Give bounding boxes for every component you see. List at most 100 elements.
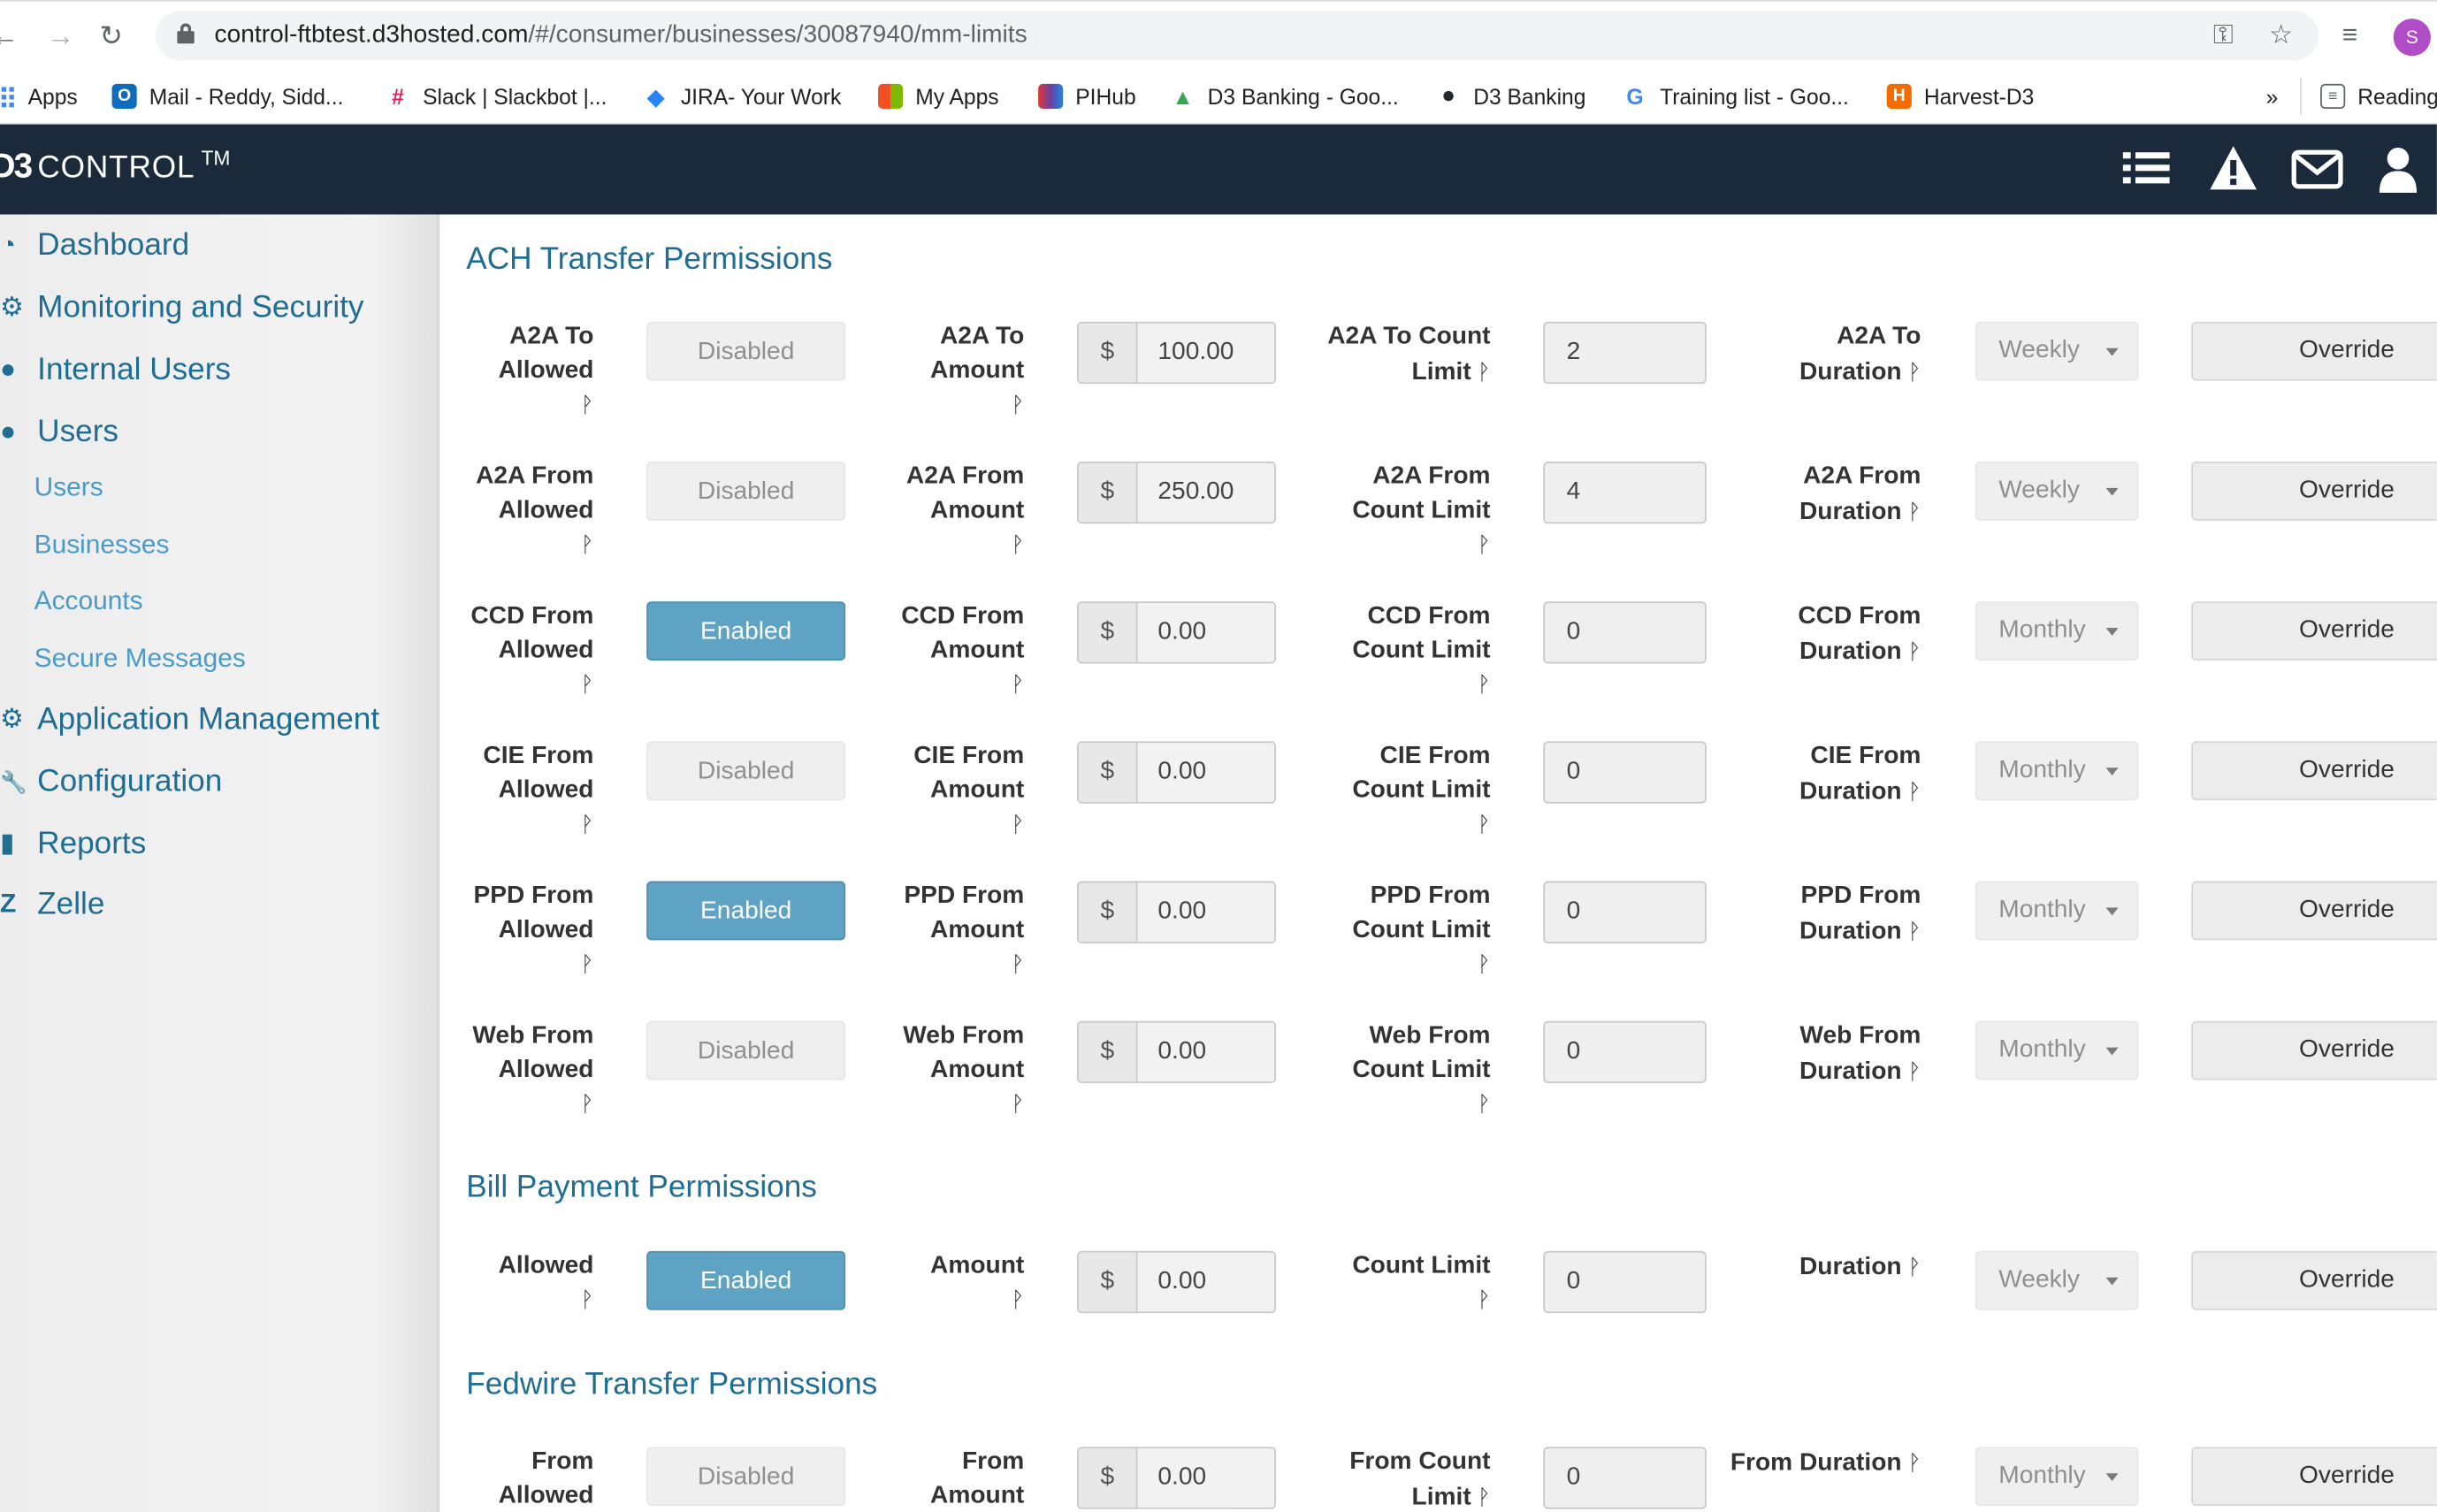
bookmark-training-list[interactable]: G Training list - Goo... [1622,82,1849,111]
mail-icon[interactable] [2291,143,2344,196]
amount-input[interactable]: $250.00 [1077,462,1276,524]
d3-control-logo[interactable]: D3CONTROLTM [0,146,230,187]
history-icon[interactable]: ᚹ [906,529,1024,560]
amount-value[interactable]: 0.00 [1137,1022,1275,1082]
amount-value[interactable]: 0.00 [1137,602,1275,662]
duration-select[interactable]: Monthly [1975,1447,2139,1507]
count-limit-input[interactable]: 0 [1543,741,1707,804]
alert-icon[interactable] [2207,143,2260,196]
allowed-toggle[interactable]: Disabled [646,1447,846,1507]
allowed-toggle[interactable]: Disabled [646,462,846,521]
history-icon[interactable]: ᚹ [1908,1450,1921,1475]
override-button[interactable]: Override [2191,321,2437,381]
history-icon[interactable]: ᚹ [1908,779,1921,804]
history-icon[interactable]: ᚹ [904,948,1024,979]
history-icon[interactable]: ᚹ [473,948,594,979]
amount-input[interactable]: $0.00 [1077,1020,1276,1084]
history-icon[interactable]: ᚹ [499,1284,594,1315]
amount-input[interactable]: $100.00 [1077,321,1276,385]
allowed-toggle[interactable]: Enabled [646,1250,846,1310]
count-limit-input[interactable]: 2 [1543,321,1707,385]
sidebar-item-application-management[interactable]: ⚙ Application Management [0,698,379,741]
allowed-toggle[interactable]: Disabled [646,1020,846,1081]
duration-select[interactable]: Weekly [1975,321,2139,381]
bookmark-pihub[interactable]: PIHub [1038,82,1136,111]
count-limit-input[interactable]: 0 [1543,601,1707,664]
bookmark-d3-banking-github[interactable]: ● D3 Banking [1436,82,1585,111]
reload-icon[interactable]: ↻ [99,19,123,53]
sidebar-item-dashboard[interactable]: ◔ Dashboard [0,224,189,267]
bookmark-d3-banking-drive[interactable]: ▲ D3 Banking - Goo... [1170,82,1399,111]
allowed-toggle[interactable]: Disabled [646,321,846,381]
duration-select[interactable]: Monthly [1975,741,2139,801]
history-icon[interactable]: ᚹ [499,388,594,419]
history-icon[interactable]: ᚹ [903,1088,1024,1119]
amount-input[interactable]: $0.00 [1077,881,1276,943]
bookmark-mail[interactable]: O Mail - Reddy, Sidd... [111,82,343,111]
override-button[interactable]: Override [2191,881,2437,941]
bookmark-harvest[interactable]: H Harvest-D3 [1886,82,2034,111]
history-icon[interactable]: ᚹ [1908,499,1921,523]
history-icon[interactable]: ᚹ [476,529,594,560]
allowed-toggle[interactable]: Enabled [646,881,846,941]
history-icon[interactable]: ᚹ [1352,948,1491,979]
amount-input[interactable]: $0.00 [1077,601,1276,664]
override-button[interactable]: Override [2191,1020,2437,1081]
address-bar[interactable]: control-ftbtest.d3hosted.com/#/consumer/… [155,11,2319,61]
star-icon[interactable]: ☆ [2269,20,2293,51]
count-limit-input[interactable]: 0 [1543,881,1707,943]
bookmark-my-apps[interactable]: My Apps [878,82,999,111]
history-icon[interactable]: ᚹ [1478,1485,1491,1509]
override-button[interactable]: Override [2191,1250,2437,1310]
bookmark-jira[interactable]: ◆ JIRA- Your Work [643,82,841,111]
count-limit-input[interactable]: 0 [1543,1020,1707,1084]
history-icon[interactable]: ᚹ [1908,919,1921,943]
history-icon[interactable]: ᚹ [901,668,1024,699]
override-button[interactable]: Override [2191,741,2437,801]
back-arrow-icon[interactable]: ← [0,19,19,53]
sidebar-item-zelle[interactable]: Z Zelle [0,882,104,926]
history-icon[interactable]: ᚹ [1908,1058,1921,1083]
history-icon[interactable]: ᚹ [1908,359,1921,384]
duration-select[interactable]: Monthly [1975,881,2139,941]
more-bookmarks-button[interactable]: » [2266,82,2279,111]
override-button[interactable]: Override [2191,601,2437,661]
count-limit-input[interactable]: 0 [1543,1447,1707,1509]
history-icon[interactable]: ᚹ [1352,808,1491,839]
history-icon[interactable]: ᚹ [472,1088,594,1119]
history-icon[interactable]: ᚹ [1352,1284,1491,1315]
amount-input[interactable]: $0.00 [1077,741,1276,804]
count-limit-input[interactable]: 0 [1543,1250,1707,1314]
sidebar-subitem-businesses[interactable]: Businesses [34,530,170,561]
sidebar-item-reports[interactable]: ▮ Reports [0,822,146,866]
history-icon[interactable]: ᚹ [930,388,1024,419]
duration-select[interactable]: Monthly [1975,1020,2139,1081]
history-icon[interactable]: ᚹ [1352,529,1491,560]
url-text[interactable]: control-ftbtest.d3hosted.com/#/consumer/… [215,22,1028,50]
key-icon[interactable]: ⚿ [2213,20,2234,51]
history-icon[interactable]: ᚹ [483,808,594,839]
media-icon[interactable]: ≡ [2342,20,2357,51]
history-icon[interactable]: ᚹ [1352,1088,1491,1119]
history-icon[interactable]: ᚹ [1908,1254,1921,1279]
list-icon[interactable] [2120,143,2173,196]
history-icon[interactable]: ᚹ [913,808,1024,839]
allowed-toggle[interactable]: Disabled [646,741,846,801]
override-button[interactable]: Override [2191,1447,2437,1507]
amount-input[interactable]: $0.00 [1077,1250,1276,1314]
amount-input[interactable]: $0.00 [1077,1447,1276,1509]
user-icon[interactable] [2372,143,2425,196]
override-button[interactable]: Override [2191,462,2437,521]
amount-value[interactable]: 0.00 [1137,743,1275,802]
history-icon[interactable]: ᚹ [1352,668,1491,699]
history-icon[interactable]: ᚹ [1478,359,1491,384]
history-icon[interactable]: ᚹ [470,668,594,699]
history-icon[interactable]: ᚹ [930,1284,1024,1315]
sidebar-item-internal-users[interactable]: ● Internal Users [0,348,231,392]
sidebar-item-monitoring[interactable]: ⚙ Monitoring and Security [0,286,363,329]
sidebar-subitem-users[interactable]: Users [34,472,103,503]
sidebar-item-users[interactable]: ● Users [0,410,118,454]
duration-select[interactable]: Monthly [1975,601,2139,661]
duration-select[interactable]: Weekly [1975,1250,2139,1310]
profile-avatar[interactable]: S [2393,19,2431,57]
